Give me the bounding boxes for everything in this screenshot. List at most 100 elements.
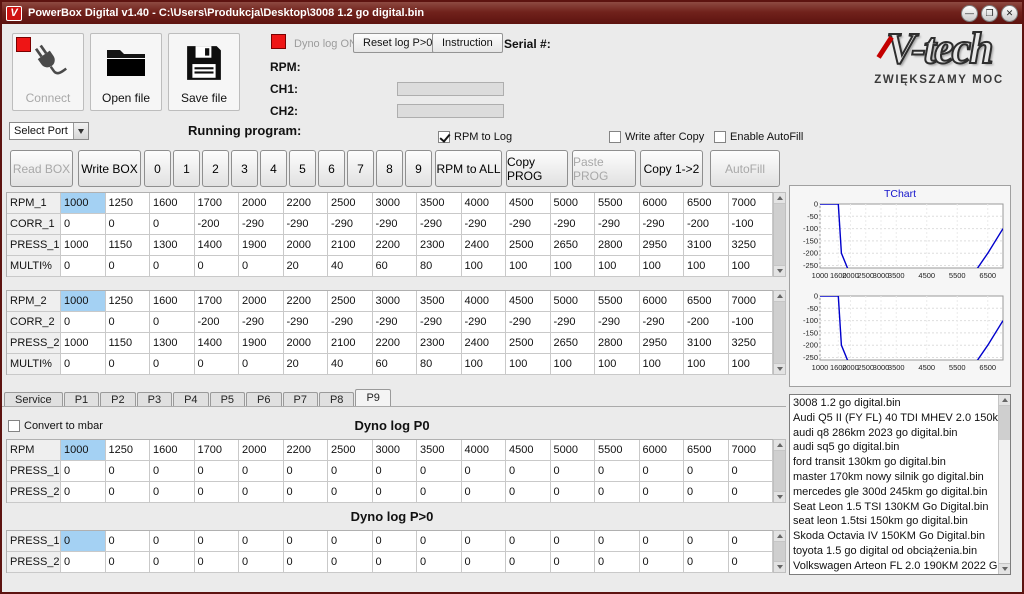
cell-PRESS_1-7[interactable]: 2200 xyxy=(372,235,417,256)
cell-CORR_2-5[interactable]: -290 xyxy=(283,312,328,333)
cell-PRESS_1-10[interactable]: 2500 xyxy=(506,235,551,256)
cell-PRESS_1-8[interactable]: 0 xyxy=(417,531,462,552)
cell-RPM_2-14[interactable]: 6500 xyxy=(684,291,729,312)
cell-PRESS_2-10[interactable]: 2500 xyxy=(506,333,551,354)
cell-PRESS_1-7[interactable]: 0 xyxy=(372,461,417,482)
cell-RPM-2[interactable]: 1600 xyxy=(150,440,195,461)
scroll-up-icon[interactable] xyxy=(774,531,785,542)
prog2-scrollbar[interactable] xyxy=(773,290,786,375)
cell-RPM_2-2[interactable]: 1600 xyxy=(150,291,195,312)
cell-RPM-4[interactable]: 2000 xyxy=(239,440,284,461)
cell-PRESS_2-9[interactable]: 0 xyxy=(461,552,506,573)
cell-PRESS_2-15[interactable]: 3250 xyxy=(728,333,773,354)
cell-MULTI%-6[interactable]: 40 xyxy=(328,354,373,375)
cell-PRESS_2-5[interactable]: 0 xyxy=(283,482,328,503)
autofill-button[interactable]: AutoFill xyxy=(710,150,780,187)
cell-RPM_2-5[interactable]: 2200 xyxy=(283,291,328,312)
cell-RPM-11[interactable]: 5000 xyxy=(550,440,595,461)
cell-PRESS_1-9[interactable]: 0 xyxy=(461,461,506,482)
cell-CORR_2-0[interactable]: 0 xyxy=(61,312,106,333)
cell-CORR_1-5[interactable]: -290 xyxy=(283,214,328,235)
cell-RPM_1-10[interactable]: 4500 xyxy=(506,193,551,214)
cell-RPM-13[interactable]: 6000 xyxy=(639,440,684,461)
cell-PRESS_2-2[interactable]: 0 xyxy=(150,552,195,573)
cell-RPM-3[interactable]: 1700 xyxy=(194,440,239,461)
cell-PRESS_1-0[interactable]: 0 xyxy=(61,461,106,482)
scroll-up-icon[interactable] xyxy=(774,440,785,451)
cell-MULTI%-14[interactable]: 100 xyxy=(684,354,729,375)
scrollbar-thumb[interactable] xyxy=(774,204,785,265)
cell-RPM_1-13[interactable]: 6000 xyxy=(639,193,684,214)
cell-PRESS_2-6[interactable]: 0 xyxy=(328,482,373,503)
cell-PRESS_2-13[interactable]: 2950 xyxy=(639,333,684,354)
cell-CORR_2-1[interactable]: 0 xyxy=(105,312,150,333)
port-select[interactable]: Select Port xyxy=(9,122,89,140)
cell-RPM-7[interactable]: 3000 xyxy=(372,440,417,461)
cell-RPM_1-14[interactable]: 6500 xyxy=(684,193,729,214)
cell-PRESS_2-14[interactable]: 3100 xyxy=(684,333,729,354)
scroll-up-icon[interactable] xyxy=(774,193,785,204)
enable-autofill-checkbox[interactable]: Enable AutoFill xyxy=(714,131,803,143)
cell-CORR_1-10[interactable]: -290 xyxy=(506,214,551,235)
cell-PRESS_1-11[interactable]: 0 xyxy=(550,531,595,552)
cell-PRESS_2-7[interactable]: 0 xyxy=(372,482,417,503)
cell-CORR_2-6[interactable]: -290 xyxy=(328,312,373,333)
cell-RPM-1[interactable]: 1250 xyxy=(105,440,150,461)
chevron-down-icon[interactable] xyxy=(73,123,88,139)
cell-PRESS_1-1[interactable]: 0 xyxy=(105,531,150,552)
cell-PRESS_2-11[interactable]: 2650 xyxy=(550,333,595,354)
cell-PRESS_1-8[interactable]: 2300 xyxy=(417,235,462,256)
prog1-scrollbar[interactable] xyxy=(773,192,786,277)
tab-p3[interactable]: P3 xyxy=(136,392,173,407)
cell-PRESS_2-0[interactable]: 0 xyxy=(61,552,106,573)
cell-RPM_2-3[interactable]: 1700 xyxy=(194,291,239,312)
cell-PRESS_1-13[interactable]: 0 xyxy=(639,531,684,552)
tab-p6[interactable]: P6 xyxy=(246,392,282,407)
scrollbar-thumb[interactable] xyxy=(774,451,785,491)
file-list-scrollbar[interactable] xyxy=(998,395,1010,574)
digit-button-7[interactable]: 7 xyxy=(347,150,374,187)
cell-RPM_1-12[interactable]: 5500 xyxy=(595,193,640,214)
cell-MULTI%-10[interactable]: 100 xyxy=(506,256,551,277)
cell-CORR_2-15[interactable]: -100 xyxy=(728,312,773,333)
instruction-button[interactable]: Instruction xyxy=(432,33,503,53)
cell-RPM_1-11[interactable]: 5000 xyxy=(550,193,595,214)
cell-RPM-9[interactable]: 4000 xyxy=(461,440,506,461)
cell-PRESS_1-14[interactable]: 3100 xyxy=(684,235,729,256)
cell-PRESS_2-3[interactable]: 0 xyxy=(194,482,239,503)
cell-MULTI%-11[interactable]: 100 xyxy=(550,256,595,277)
cell-PRESS_2-0[interactable]: 0 xyxy=(61,482,106,503)
cell-PRESS_2-6[interactable]: 2100 xyxy=(328,333,373,354)
cell-CORR_1-9[interactable]: -290 xyxy=(461,214,506,235)
cell-MULTI%-10[interactable]: 100 xyxy=(506,354,551,375)
write-after-copy-checkbox[interactable]: Write after Copy xyxy=(609,131,704,143)
cell-RPM-8[interactable]: 3500 xyxy=(417,440,462,461)
tab-p5[interactable]: P5 xyxy=(209,392,246,407)
cell-RPM_2-6[interactable]: 2500 xyxy=(328,291,373,312)
cell-PRESS_1-8[interactable]: 0 xyxy=(417,461,462,482)
cell-RPM_2-1[interactable]: 1250 xyxy=(105,291,150,312)
reset-log-button[interactable]: Reset log P>0 xyxy=(353,33,443,53)
cell-CORR_1-13[interactable]: -290 xyxy=(639,214,684,235)
maximize-button[interactable]: ❐ xyxy=(981,4,998,22)
cell-MULTI%-7[interactable]: 60 xyxy=(372,354,417,375)
cell-MULTI%-12[interactable]: 100 xyxy=(595,256,640,277)
copy-1-2-button[interactable]: Copy 1->2 xyxy=(640,150,703,187)
digit-button-8[interactable]: 8 xyxy=(376,150,403,187)
cell-PRESS_2-11[interactable]: 0 xyxy=(550,482,595,503)
cell-RPM_2-7[interactable]: 3000 xyxy=(372,291,417,312)
cell-PRESS_2-1[interactable]: 0 xyxy=(105,552,150,573)
scroll-down-icon[interactable] xyxy=(774,491,785,502)
cell-PRESS_1-5[interactable]: 0 xyxy=(283,531,328,552)
cell-PRESS_1-5[interactable]: 0 xyxy=(283,461,328,482)
cell-PRESS_1-15[interactable]: 0 xyxy=(728,531,773,552)
cell-MULTI%-12[interactable]: 100 xyxy=(595,354,640,375)
cell-RPM_1-1[interactable]: 1250 xyxy=(105,193,150,214)
cell-MULTI%-13[interactable]: 100 xyxy=(639,354,684,375)
cell-PRESS_1-10[interactable]: 0 xyxy=(506,531,551,552)
file-item[interactable]: toyota 1.5 go digital od obciążenia.bin xyxy=(790,544,998,559)
digit-button-3[interactable]: 3 xyxy=(231,150,258,187)
cell-CORR_1-4[interactable]: -290 xyxy=(239,214,284,235)
cell-PRESS_1-4[interactable]: 0 xyxy=(239,531,284,552)
cell-RPM_1-6[interactable]: 2500 xyxy=(328,193,373,214)
